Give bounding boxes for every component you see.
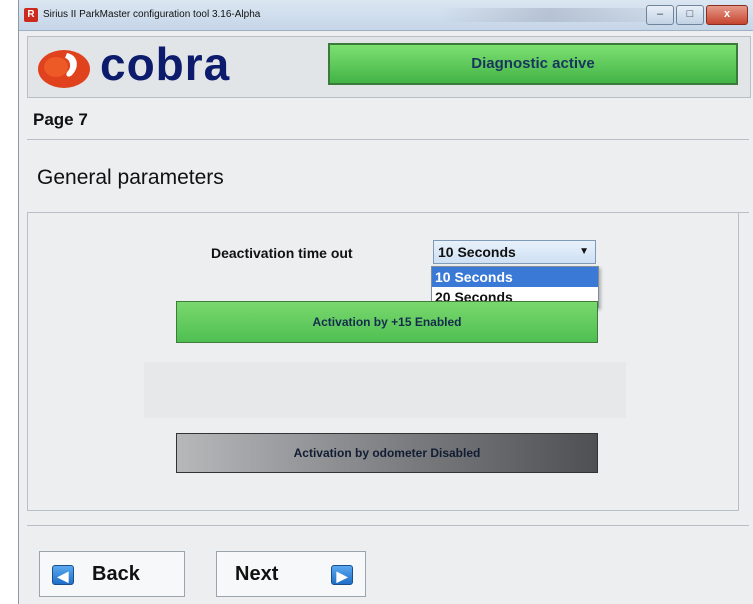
activation-odometer-button[interactable]: Activation by odometer Disabled [176,433,598,473]
deactivation-select[interactable]: 10 Seconds ▼ [433,240,596,264]
diagnostic-status: Diagnostic active [328,43,738,85]
back-button[interactable]: ◀ Back [39,551,185,597]
close-button[interactable]: x [706,5,748,25]
activation-15-button[interactable]: Activation by +15 Enabled [176,301,598,343]
next-button[interactable]: Next ▶ [216,551,366,597]
section-title: General parameters [37,166,224,189]
window-controls: – □ x [646,5,748,25]
blurred-title-region [439,8,659,22]
cobra-logo: cobra [34,38,302,91]
divider [27,525,749,526]
divider [27,139,749,140]
minimize-button[interactable]: – [646,5,674,25]
app-window: R Sirius II ParkMaster configuration too… [18,0,753,604]
window-title: Sirius II ParkMaster configuration tool … [43,9,261,20]
cobra-snake-icon [38,50,90,88]
arrow-right-icon: ▶ [331,565,353,585]
header-bar: cobra Diagnostic active [27,36,751,98]
logo-text: cobra [100,38,231,90]
arrow-left-icon: ◀ [52,565,74,585]
app-icon: R [24,8,38,22]
back-label: Back [92,563,140,585]
empty-placeholder-area [144,362,626,418]
deactivation-selected-value: 10 Seconds [438,244,516,260]
deactivation-label: Deactivation time out [211,245,353,261]
dropdown-option[interactable]: 10 Seconds [432,267,598,287]
page-label: Page 7 [33,110,88,129]
title-bar[interactable]: R Sirius II ParkMaster configuration too… [19,0,753,31]
maximize-button[interactable]: □ [676,5,704,25]
chevron-down-icon[interactable]: ▼ [579,241,589,263]
next-label: Next [235,563,279,585]
